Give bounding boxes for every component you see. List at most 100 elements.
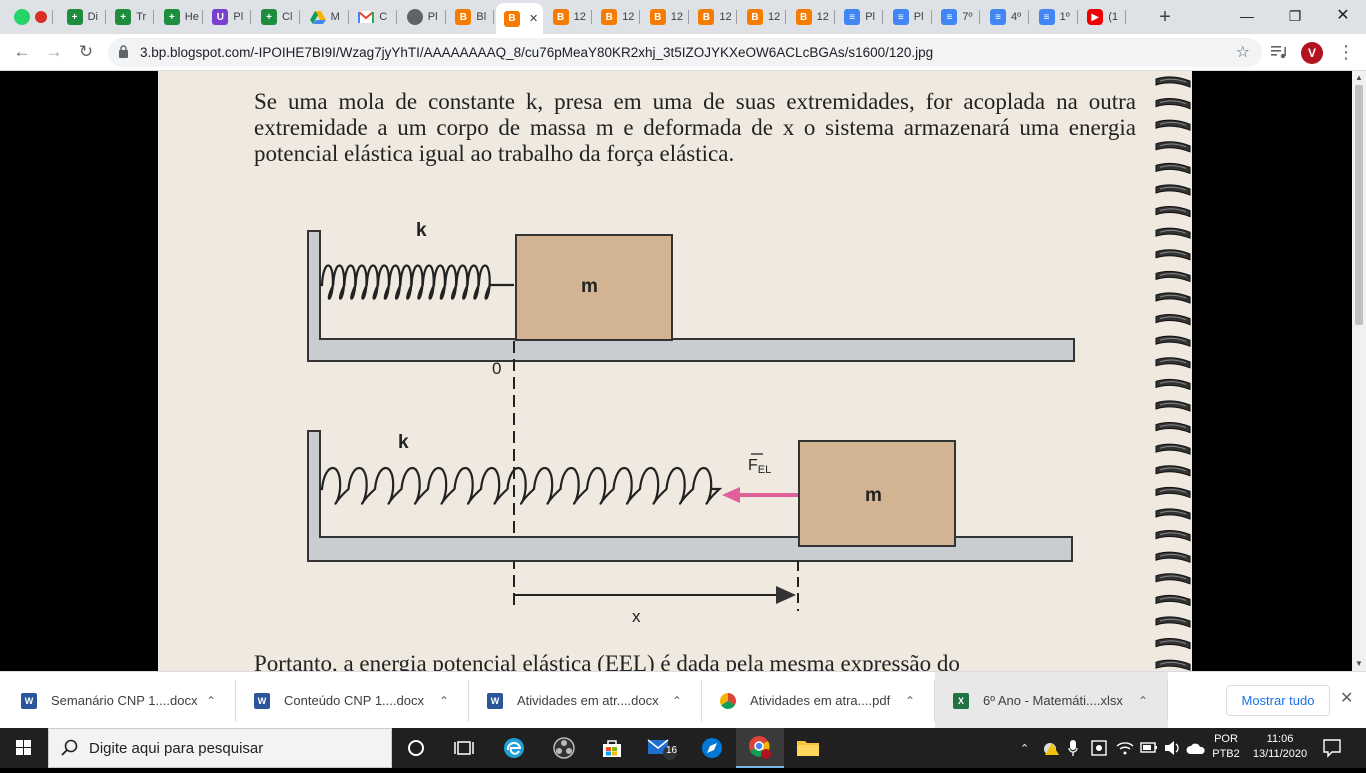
browser-tab[interactable]: B 12 <box>642 4 689 30</box>
close-window-button[interactable]: ✕ <box>1320 4 1366 28</box>
browser-tab[interactable]: B 12 <box>739 4 786 30</box>
edge-button[interactable] <box>490 728 538 768</box>
cortana-button[interactable] <box>392 728 440 768</box>
tab-title: 12 <box>573 11 586 23</box>
download-options-chevron-icon[interactable]: ⌃ <box>1138 694 1148 708</box>
maps-button[interactable] <box>688 728 736 768</box>
browser-tab[interactable]: B 12 <box>545 4 592 30</box>
browser-tab[interactable]: ≡ 1º <box>1031 4 1078 30</box>
close-downloads-icon[interactable]: ✕ <box>1340 688 1353 708</box>
mail-button[interactable]: 16 <box>638 728 686 768</box>
chrome-button[interactable] <box>736 728 784 768</box>
browser-tab[interactable]: Pl <box>399 4 446 30</box>
gmail-icon <box>358 9 375 25</box>
show-all-button[interactable]: Mostrar tudo <box>1226 685 1330 716</box>
tab-title: 12 <box>816 11 829 23</box>
taskbar-search-box[interactable]: Digite aqui para pesquisar <box>48 728 392 768</box>
task-view-button[interactable] <box>440 728 488 768</box>
menu-kebab-icon[interactable]: ⋮ <box>1334 40 1358 64</box>
download-item[interactable]: X 6º Ano - Matemáti....xlsx ⌃ <box>935 672 1168 729</box>
mail-badge: 16 <box>666 745 678 756</box>
language-indicator[interactable]: POR PTB2 <box>1210 732 1242 762</box>
download-item[interactable]: W Semanário CNP 1....docx ⌃ <box>3 672 236 729</box>
start-button[interactable] <box>0 728 48 768</box>
browser-tab[interactable]: + Cl <box>253 4 300 30</box>
docs-icon: ≡ <box>941 9 958 25</box>
tab-title: 1º <box>1059 11 1070 23</box>
browser-tab[interactable]: M <box>302 4 349 30</box>
blogger-icon: B <box>698 9 715 25</box>
screen-capture-icon[interactable] <box>1090 739 1108 757</box>
displacement-label: x <box>632 607 641 626</box>
wifi-icon[interactable] <box>1116 740 1134 756</box>
youtube-icon: ▶ <box>1087 9 1104 25</box>
obs-button[interactable] <box>540 728 588 768</box>
browser-tab[interactable]: B 12 <box>788 4 835 30</box>
scroll-down-icon[interactable]: ▼ <box>1355 659 1363 668</box>
chrome-pdf-icon <box>720 692 736 709</box>
maximize-button[interactable]: ❐ <box>1272 4 1318 28</box>
blogger-icon: B <box>601 9 618 25</box>
volume-icon[interactable] <box>1164 740 1182 756</box>
forward-button[interactable]: → <box>42 40 66 64</box>
scroll-up-icon[interactable]: ▲ <box>1355 73 1363 82</box>
taskbar-clock[interactable]: 11:06 13/11/2020 <box>1246 732 1314 762</box>
media-control-icon[interactable] <box>1270 44 1288 60</box>
store-button[interactable] <box>588 728 636 768</box>
windows-taskbar: Digite aqui para pesquisar 16 ⌃ POR PTB2… <box>0 728 1366 768</box>
compressed-spring <box>320 264 514 300</box>
file-explorer-button[interactable] <box>784 728 832 768</box>
download-options-chevron-icon[interactable]: ⌃ <box>439 694 449 708</box>
scrollbar-thumb[interactable] <box>1355 85 1363 325</box>
edge-icon <box>504 738 524 758</box>
close-tab-icon[interactable]: ✕ <box>529 12 538 25</box>
profile-avatar[interactable]: V <box>1301 42 1323 64</box>
stretched-spring <box>320 467 723 505</box>
browser-tab[interactable]: B 12 <box>690 4 738 30</box>
download-item[interactable]: W Atividades em atr....docx ⌃ <box>469 672 702 729</box>
browser-tab[interactable]: C <box>350 4 398 30</box>
download-separator <box>1167 680 1168 722</box>
download-item[interactable]: Atividades em atra....pdf ⌃ <box>702 672 935 729</box>
download-options-chevron-icon[interactable]: ⌃ <box>672 694 682 708</box>
vertical-scrollbar[interactable]: ▲ ▼ <box>1352 71 1366 671</box>
browser-tab[interactable]: ≡ 7º <box>933 4 981 30</box>
weather-warning-icon[interactable] <box>1042 740 1060 756</box>
download-options-chevron-icon[interactable]: ⌃ <box>206 694 216 708</box>
bookmark-star-icon[interactable]: ☆ <box>1236 42 1250 62</box>
notification-center-icon[interactable] <box>1322 738 1342 758</box>
blogger-icon: B <box>552 9 569 25</box>
browser-tab[interactable]: B Bl <box>447 4 495 30</box>
onedrive-upload-icon[interactable] <box>1186 740 1206 756</box>
browser-tab[interactable]: ▶ (1 <box>1079 4 1127 30</box>
browser-tab[interactable]: + Di <box>59 4 106 30</box>
microphone-icon[interactable] <box>1068 739 1078 757</box>
minimize-button[interactable]: — <box>1224 4 1270 28</box>
browser-tab[interactable]: ≡ 4º <box>982 4 1029 30</box>
spring-constant-label-bottom: k <box>398 432 409 453</box>
download-options-chevron-icon[interactable]: ⌃ <box>905 694 915 708</box>
tab-title: Pl <box>865 11 875 23</box>
browser-tab[interactable]: B 12 <box>593 4 641 30</box>
back-button[interactable]: ← <box>10 40 34 64</box>
download-item[interactable]: W Conteúdo CNP 1....docx ⌃ <box>236 672 469 729</box>
new-tab-button[interactable]: + <box>1154 6 1176 29</box>
tab-separator <box>736 10 738 24</box>
tab-separator <box>153 10 155 24</box>
browser-tab[interactable] <box>6 4 53 30</box>
browser-tab[interactable]: ≡ Pl <box>836 4 884 30</box>
url-text[interactable]: 3.bp.blogspot.com/-IPOIHE7BI9I/Wzag7jyYh… <box>140 45 933 60</box>
browser-tab[interactable]: + He <box>156 4 203 30</box>
battery-icon[interactable] <box>1140 741 1158 755</box>
address-bar[interactable]: 3.bp.blogspot.com/-IPOIHE7BI9I/Wzag7jyYh… <box>108 38 1262 67</box>
browser-tab[interactable]: B ✕ <box>496 3 543 34</box>
compass-icon <box>702 738 722 758</box>
tray-overflow-icon[interactable]: ⌃ <box>1020 728 1029 768</box>
downloads-bar: W Semanário CNP 1....docx ⌃ W Conteúdo CNP 1… <box>0 671 1366 729</box>
browser-tab[interactable]: ≡ Pl <box>885 4 932 30</box>
browser-tab[interactable]: + Tr <box>107 4 155 30</box>
browser-tab[interactable]: U Pl <box>204 4 252 30</box>
lock-icon[interactable] <box>118 45 129 58</box>
reload-button[interactable]: ↻ <box>74 40 98 64</box>
tab-title: 7º <box>962 11 973 23</box>
